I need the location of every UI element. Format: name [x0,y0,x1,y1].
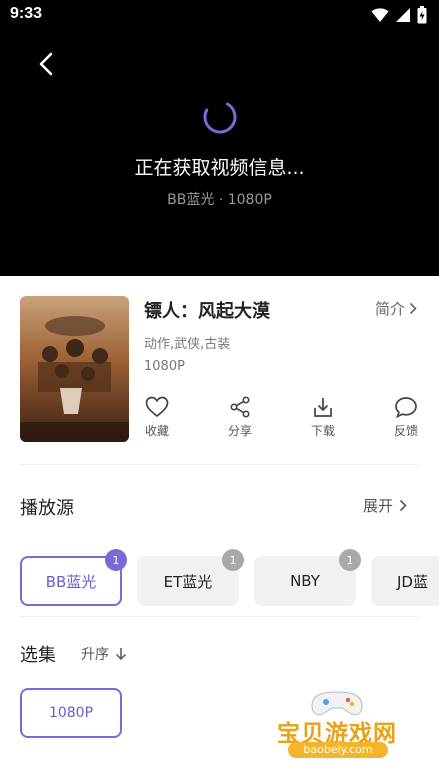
divider [20,616,419,617]
loading-source-quality: BB蓝光 · 1080P [167,192,272,208]
poster-image [20,296,129,442]
expand-sources-button[interactable]: 展开 [363,495,407,516]
source-label: NBY [290,572,320,590]
source-chip-jd[interactable]: JD蓝 [371,556,439,606]
movie-poster[interactable] [20,296,129,442]
signal-icon [396,8,410,22]
arrow-down-icon [115,648,127,661]
source-count-badge: 1 [105,549,127,571]
intro-button[interactable]: 简介 [375,298,417,319]
source-label: BB蓝光 [45,572,97,591]
watermark-url: baobeiy.com [288,742,388,758]
action-bar: 收藏 分享 下载 反馈 [133,396,439,446]
video-player[interactable]: 9:33 正在获取视频信息... BB蓝光 · 1080P [0,0,439,276]
watermark-logo: 宝贝游戏网 baobeiy.com [262,686,412,776]
share-icon [230,396,250,418]
episodes-section-title: 选集 [20,645,56,666]
favorite-button[interactable]: 收藏 [133,396,181,439]
source-label: JD蓝 [397,572,428,591]
heart-icon [145,396,169,418]
episode-label: 1080P [48,705,94,721]
battery-icon [417,6,427,24]
divider [20,464,419,465]
expand-label: 展开 [362,497,393,515]
chevron-right-icon [399,499,407,512]
chevron-left-icon [39,52,53,76]
download-label: 下载 [310,424,335,438]
status-time: 9:33 [10,5,43,22]
episode-chip[interactable]: 1080P [20,688,122,738]
intro-label: 简介 [374,300,405,318]
feedback-button[interactable]: 反馈 [382,396,430,439]
source-section-title: 播放源 [20,498,74,519]
sort-toggle[interactable]: 升序 [81,644,127,664]
movie-title: 镖人：风起大漠 [144,301,270,322]
wifi-icon [371,8,389,22]
status-icons [371,6,427,24]
source-label: ET蓝光 [163,572,213,591]
download-icon [314,398,332,417]
source-count-badge: 1 [222,549,244,571]
sort-label: 升序 [81,647,109,663]
feedback-icon [395,397,417,418]
share-button[interactable]: 分享 [216,396,264,439]
chevron-right-icon [409,302,417,315]
source-count-badge: 1 [339,549,361,571]
share-label: 分享 [227,424,252,438]
loading-text: 正在获取视频信息... [134,157,305,179]
status-bar: 9:33 [0,0,439,32]
back-button[interactable] [30,48,62,80]
movie-quality: 1080P [144,359,185,374]
download-button[interactable]: 下载 [299,396,347,439]
favorite-label: 收藏 [144,424,169,438]
feedback-label: 反馈 [393,424,418,438]
loading-spinner-icon [203,100,237,134]
movie-tags: 动作,武侠,古装 [144,337,231,352]
